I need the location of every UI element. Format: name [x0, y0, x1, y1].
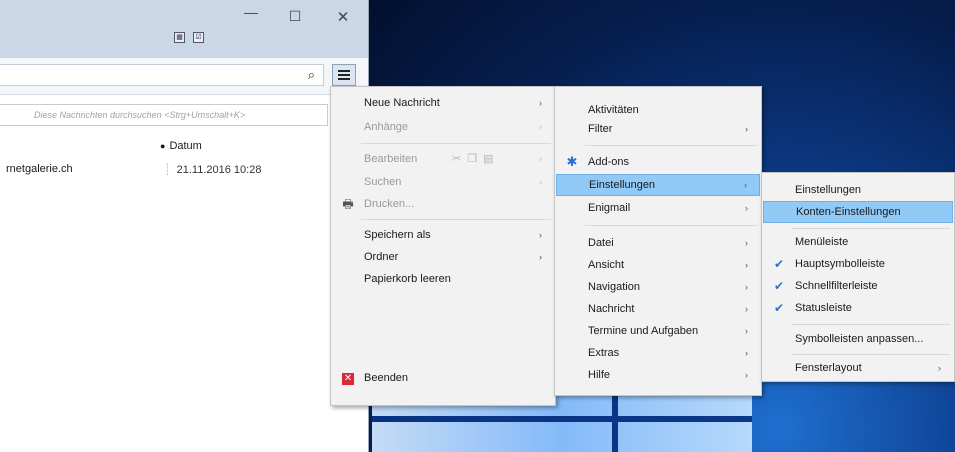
menu-item-tools[interactable]: Extras ›	[556, 342, 760, 364]
minimize-button[interactable]: —	[240, 4, 262, 20]
menu-item-events-tasks[interactable]: Termine und Aufgaben ›	[556, 320, 760, 342]
menu-item-empty-trash[interactable]: Papierkorb leeren	[332, 268, 554, 290]
submenu-item-layout[interactable]: Fensterlayout ›	[763, 357, 953, 379]
chevron-right-icon: ›	[539, 230, 542, 240]
menu-item-edit[interactable]: Bearbeiten ✂❐▤ ›	[332, 148, 554, 170]
chevron-right-icon: ›	[938, 363, 941, 373]
edit-tool-icons: ✂❐▤	[452, 153, 500, 165]
chevron-right-icon: ›	[745, 370, 748, 380]
checkmark-icon: ✔	[773, 257, 785, 271]
chevron-right-icon: ›	[539, 177, 542, 187]
menu-item-enigmail[interactable]: Enigmail ›	[556, 197, 760, 219]
chevron-right-icon: ›	[745, 124, 748, 134]
settings-submenu: Einstellungen Konten-Einstellungen Menül…	[761, 172, 955, 382]
main-toolbar: ⌕	[0, 58, 368, 95]
close-button[interactable]: ✕	[332, 8, 354, 26]
menu-item-attachments[interactable]: Anhänge ›	[332, 116, 554, 138]
submenu-item-main-toolbar[interactable]: ✔ Hauptsymbolleiste	[763, 253, 953, 275]
chevron-right-icon: ›	[539, 98, 542, 108]
menu-item-new-message[interactable]: Neue Nachricht ›	[332, 92, 554, 114]
submenu-item-status-bar[interactable]: ✔ Statusleiste	[763, 297, 953, 319]
menu-item-find[interactable]: Suchen ›	[332, 171, 554, 193]
menu-item-view[interactable]: Ansicht ›	[556, 254, 760, 276]
menu-item-addons[interactable]: ✱ Add-ons	[556, 151, 760, 173]
menu-item-file[interactable]: Datei ›	[556, 232, 760, 254]
chevron-right-icon: ›	[745, 348, 748, 358]
maximize-button[interactable]: ☐	[284, 8, 306, 25]
app-menu-secondary: Aktivitäten Filter › ✱ Add-ons Einstellu…	[554, 86, 762, 396]
global-search-input[interactable]: ⌕	[0, 64, 324, 86]
menu-separator	[361, 219, 551, 220]
puzzle-icon: ✱	[566, 154, 578, 169]
checkmark-icon: ✔	[773, 301, 785, 315]
menu-separator	[585, 225, 757, 226]
menu-separator	[792, 324, 950, 325]
menu-separator	[792, 228, 950, 229]
submenu-item-quick-filter-bar[interactable]: ✔ Schnellfilterleiste	[763, 275, 953, 297]
menu-separator	[585, 145, 757, 146]
app-menu-button[interactable]	[332, 64, 356, 86]
checkmark-icon: ✔	[773, 279, 785, 293]
sort-indicator-icon: ●	[160, 141, 166, 151]
hamburger-icon	[338, 70, 350, 72]
calendar-icon[interactable]: ▦	[174, 32, 185, 43]
quick-filter-bar: Diese Nachrichten durchsuchen <Strg+Umsc…	[0, 100, 368, 128]
chevron-right-icon: ›	[539, 154, 542, 164]
titlebar-icons: ▦ ☑	[174, 32, 204, 43]
chevron-right-icon: ›	[539, 122, 542, 132]
menu-item-settings[interactable]: Einstellungen ›	[556, 174, 760, 196]
message-search-field[interactable]: Diese Nachrichten durchsuchen <Strg+Umsc…	[0, 104, 328, 126]
column-header-date[interactable]: ● Datum	[160, 140, 202, 152]
tasks-icon[interactable]: ☑	[193, 32, 204, 43]
menu-item-navigation[interactable]: Navigation ›	[556, 276, 760, 298]
menu-item-save-as[interactable]: Speichern als ›	[332, 224, 554, 246]
submenu-item-account-settings[interactable]: Konten-Einstellungen	[763, 201, 953, 223]
menu-separator	[792, 354, 950, 355]
menu-item-message[interactable]: Nachricht ›	[556, 298, 760, 320]
chevron-right-icon: ›	[745, 203, 748, 213]
menu-item-quit[interactable]: ✕ Beenden	[332, 367, 554, 389]
quit-icon: ✕	[342, 373, 354, 385]
message-sender[interactable]: rnetgalerie.ch	[6, 163, 73, 175]
menu-item-filter[interactable]: Filter ›	[556, 118, 760, 140]
chevron-right-icon: ›	[745, 326, 748, 336]
search-icon[interactable]: ⌕	[308, 67, 315, 83]
menu-item-help[interactable]: Hilfe ›	[556, 364, 760, 386]
chevron-right-icon: ›	[744, 180, 747, 190]
chevron-right-icon: ›	[745, 282, 748, 292]
chevron-right-icon: ›	[539, 252, 542, 262]
menu-separator	[361, 143, 551, 144]
thunderbird-window: ▦ ☑ — ☐ ✕ ⌕ Diese Nachrichten durchsuche…	[0, 0, 369, 452]
app-menu: Neue Nachricht › Anhänge › Bearbeiten ✂❐…	[330, 86, 556, 406]
chevron-right-icon: ›	[745, 260, 748, 270]
message-date[interactable]: ┊ 21.11.2016 10:28	[164, 163, 261, 176]
chevron-right-icon: ›	[745, 304, 748, 314]
print-icon: 🖶	[342, 197, 354, 211]
submenu-item-customize-toolbars[interactable]: Symbolleisten anpassen...	[763, 328, 953, 350]
chevron-right-icon: ›	[745, 238, 748, 248]
menu-item-print[interactable]: 🖶 Drucken...	[332, 193, 554, 215]
title-bar: ▦ ☑ — ☐ ✕	[0, 0, 368, 58]
menu-item-folder[interactable]: Ordner ›	[332, 246, 554, 268]
submenu-item-menu-bar[interactable]: Menüleiste	[763, 231, 953, 253]
submenu-item-preferences[interactable]: Einstellungen	[763, 179, 953, 201]
